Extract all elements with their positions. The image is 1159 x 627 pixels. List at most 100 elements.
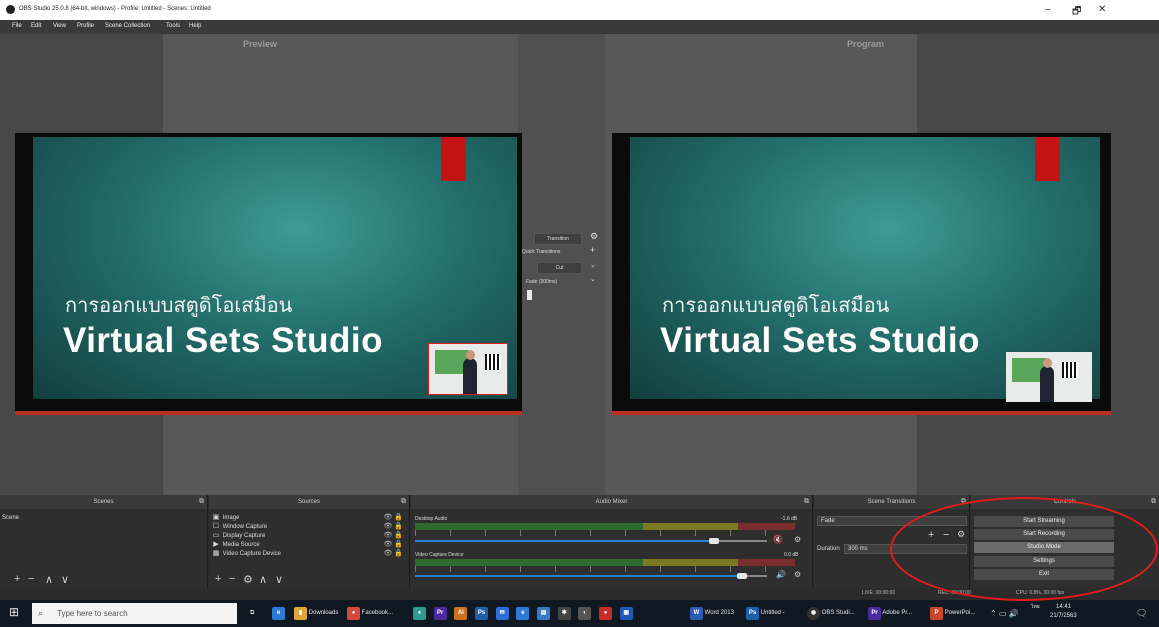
audio-mixer-float-icon[interactable]: ⧉ xyxy=(804,498,809,506)
window-title: OBS Studio 25.0.8 (64-bit, windows) - Pr… xyxy=(19,6,211,12)
audio-mixer-title: Audio Mixer xyxy=(411,495,812,509)
scenes-float-icon[interactable]: ⧉ xyxy=(199,498,204,506)
powerpoint-icon: P xyxy=(930,607,943,620)
taskbar-downloads[interactable]: ▮ Downloads xyxy=(294,606,338,621)
scene-move-down-icon[interactable]: ∨ xyxy=(61,573,69,586)
add-source-icon[interactable]: + xyxy=(215,573,221,585)
remove-source-icon[interactable]: − xyxy=(229,573,235,585)
taskbar-photoshop[interactable]: Ps Untitled - xyxy=(746,606,785,621)
scene-move-up-icon[interactable]: ∧ xyxy=(45,573,53,586)
menu-file[interactable]: File xyxy=(12,23,22,29)
controls-float-icon[interactable]: ⧉ xyxy=(1151,498,1156,506)
transition-button[interactable]: Transition xyxy=(534,233,582,245)
taskbar-powerpoint[interactable]: P PowerPoi... xyxy=(930,606,975,621)
video-capture-volume-slider[interactable] xyxy=(415,575,742,577)
live-status: LIVE: 00:00:00 xyxy=(862,590,896,596)
source-properties-gear-icon[interactable]: ⚙ xyxy=(243,573,253,586)
premiere-icon: Pr xyxy=(868,607,881,620)
window-titlebar: OBS Studio 25.0.8 (64-bit, windows) - Pr… xyxy=(0,0,1159,20)
start-streaming-button[interactable]: Start Streaming xyxy=(974,516,1114,527)
scene-transitions-title: Scene Transitions xyxy=(814,495,969,509)
studio-mode-button[interactable]: Studio Mode xyxy=(974,542,1114,553)
menu-profile[interactable]: Profile xyxy=(77,23,94,29)
exit-button[interactable]: Exit xyxy=(974,569,1114,580)
preview-bottom-strip xyxy=(15,411,522,415)
scene-transitions-dock: Scene Transitions ⧉ Fade + − ⚙ Duration … xyxy=(814,495,970,588)
desktop-audio-mute-icon[interactable]: 🔇 xyxy=(773,535,783,544)
desktop-audio-gear-icon[interactable]: ⚙ xyxy=(794,535,801,544)
clock-date[interactable]: 21/7/2563 xyxy=(1050,612,1077,627)
desktop-audio-meter xyxy=(415,523,795,530)
menu-help[interactable]: Help xyxy=(189,23,201,29)
video-capture-slider-knob[interactable] xyxy=(737,573,747,579)
task-view-icon[interactable]: ⧉ xyxy=(250,606,254,621)
settings-button[interactable]: Settings xyxy=(974,556,1114,567)
program-red-tab xyxy=(1035,137,1060,181)
video-capture-audio-meter xyxy=(415,559,795,566)
taskbar-word[interactable]: W Word 2013 xyxy=(690,606,734,621)
menu-bar: File Edit View Profile Scene Collection … xyxy=(0,20,1159,34)
preview-display[interactable]: การออกแบบสตูดิโอเสมือน Virtual Sets Stud… xyxy=(15,133,522,415)
studio-workspace: Preview Program การออกแบบสตูดิโอเสมือน V… xyxy=(0,34,1159,495)
premiere-pinned-icon: Pr xyxy=(433,607,447,620)
preview-red-tab xyxy=(441,137,466,181)
start-recording-button[interactable]: Start Recording xyxy=(974,529,1114,540)
taskbar-premiere[interactable]: Pr Adobe Pr... xyxy=(868,606,912,621)
desktop-audio-slider-knob[interactable] xyxy=(709,538,719,544)
system-tray-icons[interactable]: ⌃ ▭ 🔊 xyxy=(990,606,1019,621)
transition-settings-gear-icon[interactable]: ⚙ xyxy=(590,231,598,242)
program-display: การออกแบบสตูดิโอเสมือน Virtual Sets Stud… xyxy=(612,133,1111,415)
add-quick-transition-icon[interactable]: + xyxy=(590,245,595,255)
menu-view[interactable]: View xyxy=(53,23,66,29)
video-capture-speaker-icon[interactable]: 🔊 xyxy=(776,570,786,579)
desktop-audio-slider-rest xyxy=(714,540,767,542)
add-scene-icon[interactable]: + xyxy=(14,573,20,585)
windows-start-icon[interactable]: ⊞ xyxy=(9,605,19,620)
word-icon: W xyxy=(690,607,703,620)
transition-properties-gear-icon[interactable]: ⚙ xyxy=(957,529,965,540)
input-language[interactable]: ไทย xyxy=(1031,603,1040,618)
taskbar-search-input[interactable]: Type here to search xyxy=(32,603,237,624)
scene-transitions-float-icon[interactable]: ⧉ xyxy=(961,498,966,506)
close-button[interactable]: ✕ xyxy=(1098,4,1106,15)
scene-item[interactable]: Scene xyxy=(2,513,205,523)
fade-chevron-down-icon[interactable]: ⌄ xyxy=(590,275,596,283)
preview-title-text: Virtual Sets Studio xyxy=(63,321,384,360)
video-capture-audio-ticks xyxy=(415,566,795,572)
desktop-audio-volume-slider[interactable] xyxy=(415,540,714,542)
source-item-video-capture[interactable]: ▦ Video Capture Device 👁 🔒 xyxy=(211,549,407,559)
transition-select[interactable]: Fade xyxy=(817,516,967,526)
taskbar-obs[interactable]: ◉ OBS Studi... xyxy=(807,606,855,621)
source-label: Image xyxy=(222,515,240,521)
menu-edit[interactable]: Edit xyxy=(31,23,41,29)
preview-slide: การออกแบบสตูดิโอเสมือน Virtual Sets Stud… xyxy=(33,137,517,399)
visibility-lock-icons[interactable]: 👁 🔒 xyxy=(383,549,403,559)
maximize-button[interactable]: 🗗 xyxy=(1072,4,1081,21)
video-capture-gear-icon[interactable]: ⚙ xyxy=(794,570,801,579)
photoshop-icon: Ps xyxy=(746,607,759,620)
remove-transition-icon[interactable]: − xyxy=(943,529,949,541)
video-capture-audio-label: Video Capture Device xyxy=(415,552,464,558)
obs-icon: ◉ xyxy=(807,607,820,620)
menu-scene-collection[interactable]: Scene Collection xyxy=(105,23,150,29)
notification-icon[interactable]: 🗨 xyxy=(1136,606,1147,621)
source-move-down-icon[interactable]: ∨ xyxy=(275,573,283,586)
preview-video-thumbnail[interactable] xyxy=(428,343,508,395)
source-label: Display Capture xyxy=(222,533,266,539)
remove-scene-icon[interactable]: − xyxy=(28,573,34,585)
tbar-slider-handle[interactable] xyxy=(527,290,532,300)
duration-input[interactable]: 300 ms xyxy=(844,544,967,554)
add-transition-icon[interactable]: + xyxy=(928,529,934,541)
taskbar-pinned-apps[interactable]: ● Pr Ai Ps ✉ e ▤ ✱ ◐ ● ▣ xyxy=(413,606,633,621)
sources-float-icon[interactable]: ⧉ xyxy=(401,498,406,506)
scenes-dock: Scenes ⧉ Scene + − ∧ ∨ xyxy=(0,495,208,588)
taskbar-facebook[interactable]: ● Facebook... xyxy=(347,606,393,621)
minimize-button[interactable]: – xyxy=(1045,4,1051,15)
fade-transition-label[interactable]: Fade (300ms) xyxy=(526,279,557,285)
cut-button[interactable]: Cut xyxy=(537,262,582,274)
screen-icon: ▣ xyxy=(619,607,633,620)
source-move-up-icon[interactable]: ∧ xyxy=(259,573,267,586)
edge-icon[interactable]: e xyxy=(272,606,285,621)
menu-tools[interactable]: Tools xyxy=(166,23,180,29)
cut-chevron-down-icon[interactable]: ⌄ xyxy=(590,261,596,269)
